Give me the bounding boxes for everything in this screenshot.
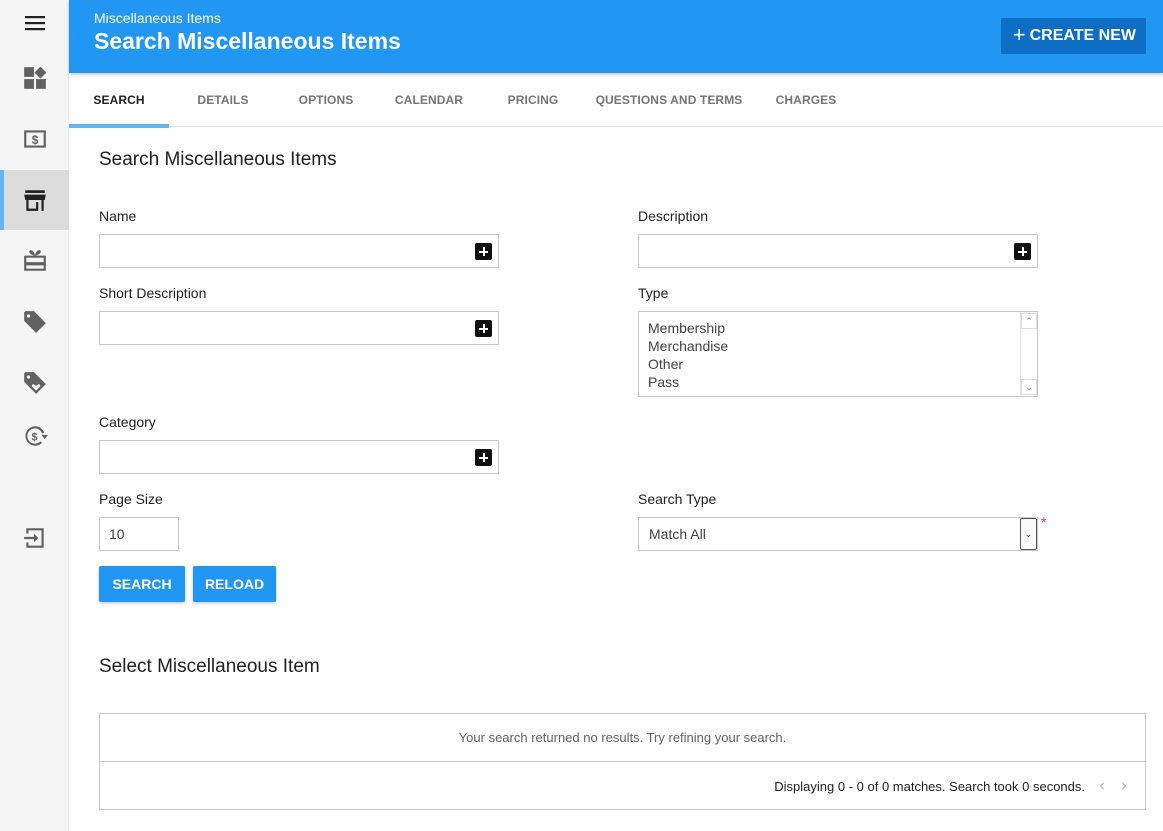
sidebar-item-payments[interactable]: $ [0,109,69,169]
tag-heart-icon [23,372,46,394]
category-field [99,440,499,474]
sidebar-item-logout[interactable] [0,508,69,568]
type-label: Type [638,285,669,301]
results-summary: Displaying 0 - 0 of 0 matches. Search to… [774,778,1085,794]
breadcrumb: Miscellaneous Items [94,10,221,26]
logout-icon [23,528,44,548]
tab-bar: SEARCH DETAILS OPTIONS CALENDAR PRICING … [69,73,1163,128]
sidebar: $ $ [0,0,69,831]
dollar-bill-icon: $ [23,130,46,148]
previous-page-icon[interactable]: ‹ [1091,777,1113,795]
short-description-label: Short Description [99,285,207,301]
sidebar-item-dashboard[interactable] [0,48,69,108]
plus-icon: + [1012,22,1026,47]
sidebar-item-tags[interactable] [0,292,69,352]
results-section-title: Select Miscellaneous Item [99,656,320,677]
storefront-icon [23,190,46,211]
page-size-field [99,517,179,551]
gift-card-icon [23,250,46,271]
category-label: Category [99,414,156,430]
scroll-up-icon[interactable]: ⌃ [1021,313,1037,329]
tab-charges[interactable]: CHARGES [756,73,856,127]
type-option[interactable]: Other [639,355,1037,373]
page-size-label: Page Size [99,491,163,507]
chevron-down-icon[interactable]: ⌄ [1020,518,1037,550]
dashboard-widgets-icon [23,66,46,89]
search-button[interactable]: SEARCH [99,566,185,602]
sidebar-item-gift-cards[interactable] [0,231,69,291]
empty-results-message: Your search returned no results. Try ref… [100,714,1145,762]
type-scrollbar[interactable]: ⌃ ⌄ [1020,312,1037,396]
name-field [99,234,499,268]
tag-icon [23,311,46,333]
description-field [638,234,1038,268]
sidebar-item-loyalty[interactable] [0,353,69,413]
add-icon[interactable] [475,320,492,337]
type-option[interactable]: Merchandise [639,337,1037,355]
sidebar-item-store[interactable] [0,170,69,230]
search-type-label: Search Type [638,491,717,507]
currency-exchange-icon: $ [24,426,48,446]
page-size-input[interactable] [100,518,178,550]
results-table: Your search returned no results. Try ref… [99,713,1146,810]
scroll-down-icon[interactable]: ⌄ [1021,379,1037,395]
hamburger-menu-icon [24,16,45,31]
create-new-label: CREATE NEW [1029,27,1136,44]
description-input[interactable] [639,235,1037,267]
svg-text:$: $ [31,431,37,443]
tab-search[interactable]: SEARCH [69,73,169,128]
tab-questions-and-terms[interactable]: QUESTIONS AND TERMS [589,73,749,127]
category-input[interactable] [100,441,498,473]
tab-calendar[interactable]: CALENDAR [379,73,479,127]
type-option[interactable]: Membership [639,319,1037,337]
tab-pricing[interactable]: PRICING [483,73,583,127]
type-listbox[interactable]: Membership Merchandise Other Pass ⌃ ⌄ [638,311,1038,397]
page-title: Search Miscellaneous Items [94,28,401,54]
search-section-title: Search Miscellaneous Items [99,149,337,170]
description-label: Description [638,208,709,224]
short-description-field [99,311,499,345]
svg-text:$: $ [31,133,38,147]
search-type-select[interactable]: Match All ⌄ [638,517,1038,551]
add-icon[interactable] [1014,243,1031,260]
add-icon[interactable] [475,449,492,466]
sidebar-item-refunds[interactable]: $ [0,406,69,466]
short-description-input[interactable] [100,312,498,344]
hamburger-menu-button[interactable] [0,0,69,46]
results-footer: Displaying 0 - 0 of 0 matches. Search to… [774,762,1145,810]
required-marker: * [1041,514,1047,530]
tab-options[interactable]: OPTIONS [276,73,376,127]
next-page-icon[interactable]: › [1113,777,1135,795]
reload-button[interactable]: RELOAD [193,566,276,602]
type-option[interactable]: Pass [639,373,1037,391]
tab-details[interactable]: DETAILS [173,73,273,127]
search-type-value: Match All [649,526,706,542]
add-icon[interactable] [475,243,492,260]
page-header: Miscellaneous Items Search Miscellaneous… [69,0,1163,73]
name-input[interactable] [100,235,498,267]
name-label: Name [99,208,137,224]
create-new-button[interactable]: + CREATE NEW [1000,18,1146,54]
